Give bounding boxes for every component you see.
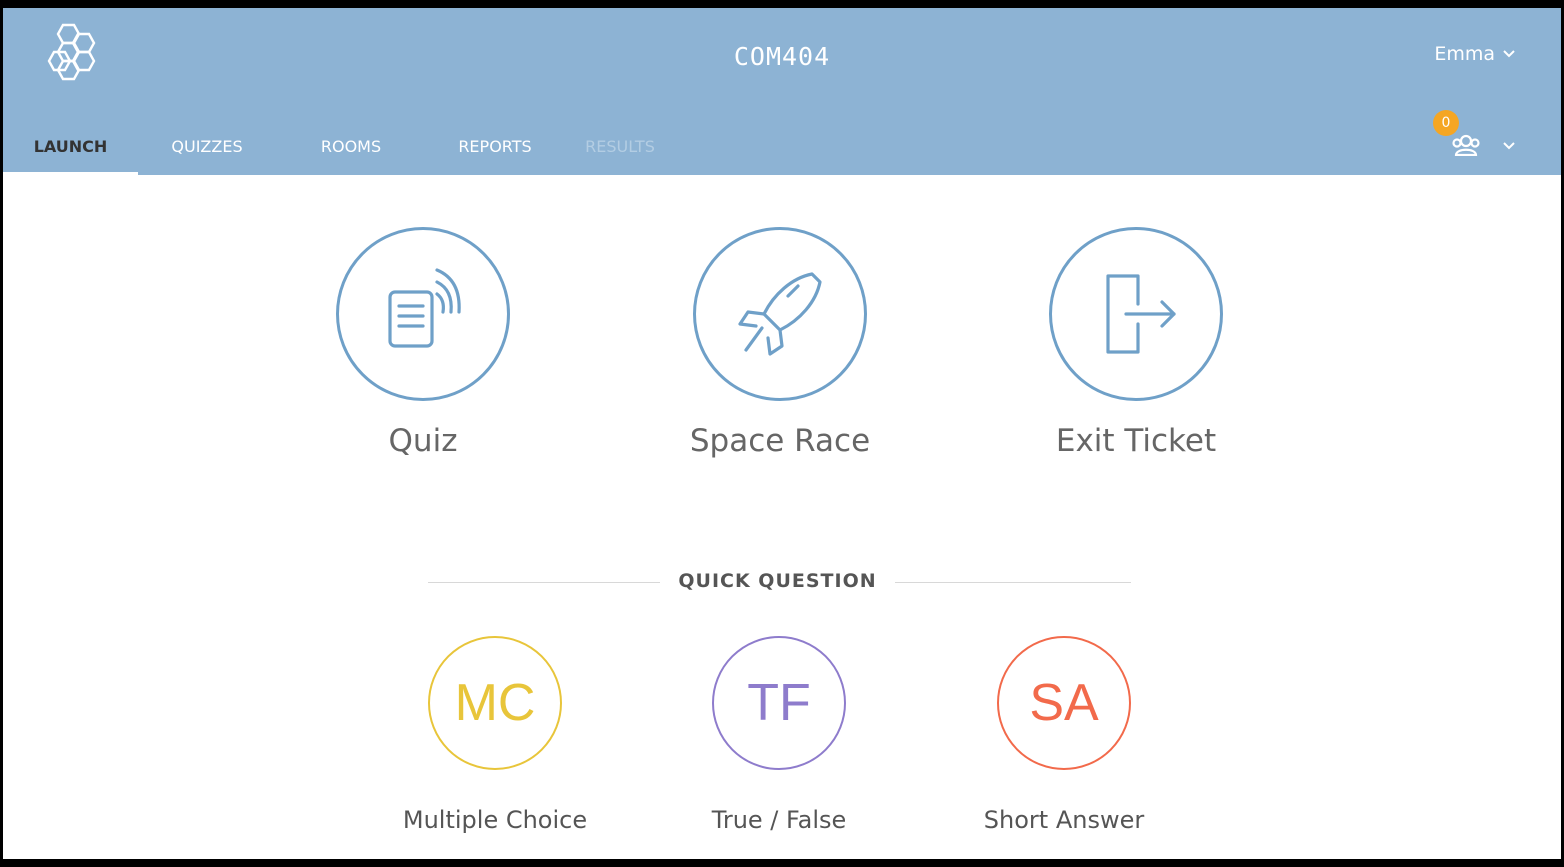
launch-quiz-circle — [336, 227, 510, 401]
divider — [428, 582, 660, 583]
divider — [895, 582, 1131, 583]
quick-question-title: QUICK QUESTION — [678, 570, 877, 592]
launch-quiz-button[interactable]: Quiz — [303, 227, 543, 459]
tab-rooms[interactable]: ROOMS — [276, 126, 426, 175]
top-header: COM404 Emma LAUNCH QUIZZES ROOMS REPORTS… — [3, 8, 1561, 175]
launch-exit-ticket-button[interactable]: Exit Ticket — [1016, 227, 1256, 459]
tf-circle: TF — [712, 636, 846, 770]
rooms-menu[interactable]: 0 — [1425, 110, 1515, 162]
launch-space-race-button[interactable]: Space Race — [660, 227, 900, 459]
chevron-down-icon — [1503, 50, 1515, 58]
mc-label: Multiple Choice — [402, 806, 588, 834]
tab-reports[interactable]: REPORTS — [426, 126, 564, 175]
rooms-count-badge: 0 — [1433, 110, 1459, 136]
launch-space-race-circle — [693, 227, 867, 401]
quick-question-header: QUICK QUESTION — [428, 568, 1131, 598]
user-menu[interactable]: Emma — [1434, 43, 1515, 65]
tab-quizzes[interactable]: QUIZZES — [138, 126, 276, 175]
chevron-down-icon — [1503, 142, 1515, 150]
sa-label: Short Answer — [983, 806, 1145, 834]
sa-circle: SA — [997, 636, 1131, 770]
quick-question-tf-button[interactable]: TF True / False — [669, 636, 889, 834]
launch-exit-ticket-circle — [1049, 227, 1223, 401]
group-users-icon — [1452, 134, 1480, 156]
tf-label: True / False — [711, 806, 847, 834]
user-name: Emma — [1434, 43, 1495, 65]
quick-question-mc-button[interactable]: MC Multiple Choice — [385, 636, 605, 834]
rocket-icon — [738, 272, 822, 356]
launch-quiz-label: Quiz — [388, 423, 458, 459]
tab-launch[interactable]: LAUNCH — [3, 126, 138, 175]
exit-door-icon — [1106, 274, 1176, 354]
tab-results: RESULTS — [585, 137, 655, 156]
main-tabs: LAUNCH QUIZZES ROOMS REPORTS RESULTS — [3, 126, 676, 175]
page-title: COM404 — [733, 42, 831, 71]
app-window: COM404 Emma LAUNCH QUIZZES ROOMS REPORTS… — [3, 8, 1561, 859]
mc-circle: MC — [428, 636, 562, 770]
launch-exit-ticket-label: Exit Ticket — [1055, 423, 1217, 459]
quick-question-sa-button[interactable]: SA Short Answer — [954, 636, 1174, 834]
launch-space-race-label: Space Race — [689, 423, 871, 459]
quiz-document-icon — [388, 268, 461, 348]
